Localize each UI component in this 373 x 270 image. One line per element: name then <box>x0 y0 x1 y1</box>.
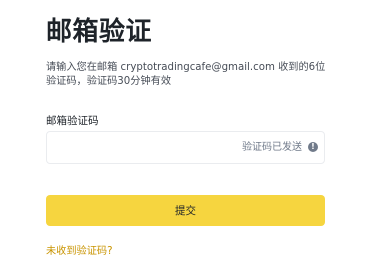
email-code-label: 邮箱验证码 <box>46 115 99 127</box>
verification-instructions: 请输入您在邮箱 cryptotradingcafe@gmail.com 收到的6… <box>46 62 326 87</box>
email-verification-page: 邮箱验证 请输入您在邮箱 cryptotradingcafe@gmail.com… <box>0 0 373 270</box>
info-circle-icon[interactable]: ! <box>308 142 318 152</box>
email-code-field[interactable]: 验证码已发送 ! <box>46 131 325 164</box>
page-title: 邮箱验证 <box>46 17 153 47</box>
code-sent-status: 验证码已发送 <box>242 142 302 153</box>
code-not-received-link[interactable]: 未收到验证码? <box>46 245 113 259</box>
email-code-input[interactable] <box>55 132 235 163</box>
submit-button[interactable]: 提交 <box>46 195 325 226</box>
